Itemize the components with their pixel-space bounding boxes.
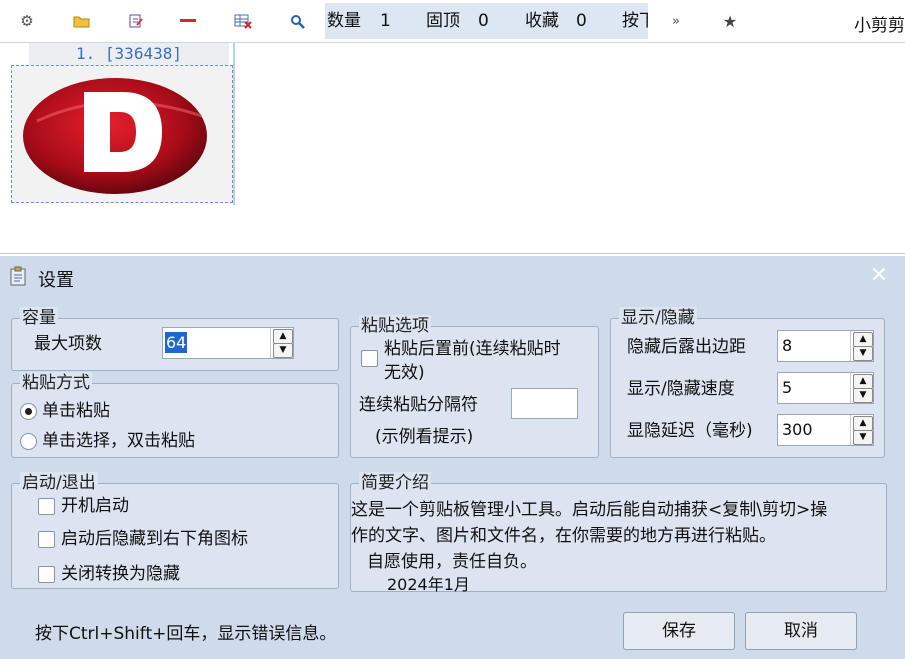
toolbar: ⚙ 数量 1 固顶 0 收藏 0 按下 » ★ 小剪剪 [0,0,905,43]
about-line-1: 这是一个剪贴板管理小工具。启动后能自动捕获<复制\剪切>操 [351,500,828,520]
speed-label: 显示/隐藏速度 [627,379,735,399]
hide-tray-checkbox[interactable] [38,531,55,548]
about-line-4: 2024年1月 [387,575,470,594]
topmost-label-line2: 无效) [384,363,425,383]
topmost-label-line1: 粘贴后置前(连续粘贴时 [384,339,561,359]
count-value: 1 [380,11,391,31]
about-group-title: 简要介绍 [359,472,431,494]
folder-open-icon[interactable] [70,10,92,32]
example-hint: (示例看提示) [375,427,474,447]
click-double-radio[interactable] [20,433,37,450]
clip-divider [233,43,235,205]
settings-dialog: 设置 ✕ 容量 最大项数 64 ▲ ▼ 粘贴方式 单击粘贴 单击选择，双击粘贴 粘… [0,256,905,659]
margin-stepper[interactable]: 8 ▲ ▼ [777,330,874,362]
capacity-group-title: 容量 [20,307,58,329]
app-title: 小剪剪 [854,16,905,36]
count-label: 数量 [327,11,361,31]
logo-d-icon [23,78,207,194]
autostart-label: 开机启动 [61,496,129,516]
clip-list: 1. [336438] [0,43,905,254]
click-double-label: 单击选择，双击粘贴 [42,431,195,451]
about-group: 简要介绍 这是一个剪贴板管理小工具。启动后能自动捕获<复制\剪切>操 作的文字、… [350,472,887,594]
stepper-down-icon[interactable]: ▼ [273,343,293,358]
stepper-down-icon[interactable]: ▼ [853,388,873,403]
autostart-checkbox[interactable] [38,498,55,515]
stepper-down-icon[interactable]: ▼ [853,346,873,361]
close-hide-label: 关闭转换为隐藏 [61,564,180,584]
delay-label: 显隐延迟（毫秒) [627,421,753,441]
delete-table-icon[interactable] [232,10,254,32]
clip-title: 1. [336438] [29,43,229,65]
margin-value: 8 [782,336,793,355]
save-button[interactable]: 保存 [623,612,735,650]
startup-group-title: 启动/退出 [20,472,98,494]
clip-thumbnail[interactable] [11,65,233,203]
delay-stepper[interactable]: 300 ▲ ▼ [777,414,874,446]
max-items-stepper[interactable]: 64 ▲ ▼ [162,327,294,359]
single-click-radio[interactable] [20,403,37,420]
close-icon[interactable]: ✕ [867,264,891,288]
dialog-title: 设置 [38,270,74,291]
stepper-up-icon[interactable]: ▲ [853,374,873,389]
minus-icon[interactable] [177,10,199,32]
stepper-up-icon[interactable]: ▲ [853,416,873,431]
stepper-down-icon[interactable]: ▼ [853,430,873,445]
chevron-right-icon[interactable]: » [665,10,687,32]
single-click-label: 单击粘贴 [42,401,110,421]
press-label: 按下 [622,11,648,31]
stepper-up-icon[interactable]: ▲ [853,332,873,347]
star-icon[interactable]: ★ [719,10,741,32]
favorite-value: 0 [576,11,587,31]
margin-label: 隐藏后露出边距 [627,337,746,357]
edit-file-icon[interactable] [125,10,147,32]
startup-group: 启动/退出 开机启动 启动后隐藏到右下角图标 关闭转换为隐藏 [11,472,339,589]
separator-label: 连续粘贴分隔符 [359,395,478,415]
show-hide-group-title: 显示/隐藏 [619,307,697,329]
delay-value: 300 [782,420,813,439]
show-hide-group: 显示/隐藏 隐藏后露出边距 8 ▲ ▼ 显示/隐藏速度 5 ▲ ▼ 显隐延迟（毫秒)… [610,307,885,458]
paste-mode-group: 粘贴方式 单击粘贴 单击选择，双击粘贴 [11,372,339,458]
speed-value: 5 [782,378,793,397]
dialog-titlebar[interactable]: 设置 ✕ [0,256,905,296]
about-line-2: 作的文字、图片和文件名，在你需要的地方再进行粘贴。 [351,526,776,546]
clip-item[interactable]: 1. [336438] [11,43,235,205]
paste-mode-group-title: 粘贴方式 [20,372,92,394]
stepper-up-icon[interactable]: ▲ [273,329,293,344]
max-items-value: 64 [165,332,188,353]
separator-input[interactable] [511,388,578,419]
max-items-label: 最大项数 [34,334,102,354]
speed-stepper[interactable]: 5 ▲ ▼ [777,372,874,404]
favorite-label: 收藏 [525,11,559,31]
clipboard-icon [10,266,26,286]
cancel-button[interactable]: 取消 [745,612,857,650]
hide-tray-label: 启动后隐藏到右下角图标 [61,529,248,549]
capacity-group: 容量 最大项数 64 ▲ ▼ [11,307,339,371]
paste-options-group: 粘贴选项 粘贴后置前(连续粘贴时 无效) 连续粘贴分隔符 (示例看提示) [350,315,599,458]
topmost-checkbox[interactable] [361,350,378,367]
search-icon[interactable] [286,10,308,32]
pinned-label: 固顶 [426,11,460,31]
paste-options-group-title: 粘贴选项 [359,315,431,337]
gear-icon[interactable]: ⚙ [16,10,38,32]
error-hint: 按下Ctrl+Shift+回车，显示错误信息。 [35,624,337,644]
close-hide-checkbox[interactable] [38,566,55,583]
pinned-value: 0 [478,11,489,31]
